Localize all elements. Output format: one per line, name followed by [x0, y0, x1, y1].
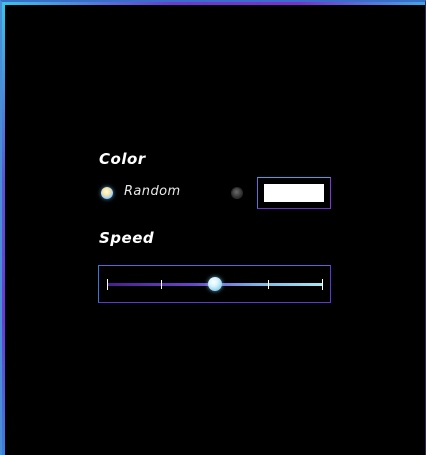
color-swatch-button[interactable] — [257, 177, 331, 209]
color-swatch — [264, 184, 324, 202]
slider-tick — [268, 280, 269, 289]
speed-label: Speed — [99, 229, 155, 247]
custom-color-radio[interactable] — [231, 187, 243, 199]
random-color-label[interactable]: Random — [124, 184, 181, 199]
slider-tick — [322, 279, 323, 290]
slider-handle[interactable] — [207, 277, 222, 291]
random-color-radio[interactable] — [101, 187, 113, 199]
settings-panel: Color Random Speed — [0, 0, 426, 455]
slider-tick — [161, 280, 162, 289]
speed-slider[interactable] — [98, 265, 331, 303]
color-label: Color — [99, 150, 146, 168]
slider-tick — [107, 279, 108, 290]
